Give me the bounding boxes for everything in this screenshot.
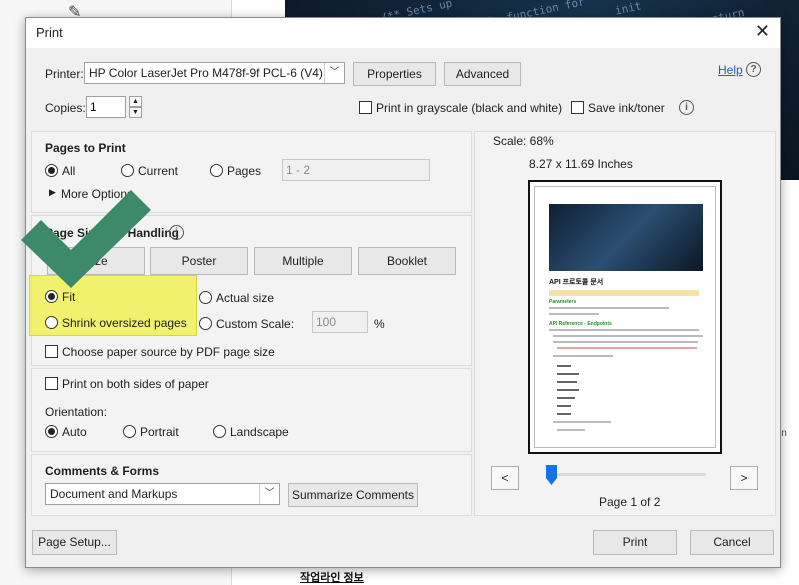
preview-doc-title: API 프로토콜 문서 — [549, 279, 604, 286]
help-icon[interactable]: ? — [746, 62, 761, 77]
radio-landscape[interactable] — [213, 425, 226, 438]
tab-poster[interactable]: Poster — [150, 247, 248, 275]
dialog-title: Print — [36, 25, 63, 40]
radio-current[interactable] — [121, 164, 134, 177]
preview-line — [557, 347, 697, 349]
stepper-up-icon[interactable]: ▲ — [129, 96, 142, 107]
all-label: All — [62, 164, 76, 178]
comments-title: Comments & Forms — [45, 464, 160, 478]
cancel-button[interactable]: Cancel — [690, 530, 774, 555]
tab-multiple[interactable]: Multiple — [254, 247, 352, 275]
info-icon[interactable]: i — [679, 100, 694, 115]
preview-line — [557, 429, 585, 431]
pages-label: Pages — [227, 164, 262, 178]
preview-line — [549, 329, 699, 331]
comments-panel: Comments & Forms Document and Markups ﹀ … — [31, 454, 472, 516]
orientation-label: Orientation: — [45, 405, 108, 419]
preview-line — [557, 381, 577, 383]
radio-portrait[interactable] — [123, 425, 136, 438]
preview-section-1: Parameters — [549, 299, 577, 305]
current-label: Current — [138, 164, 179, 178]
paper-size-text: 8.27 x 11.69 Inches — [529, 157, 633, 171]
summarize-comments-button[interactable]: Summarize Comments — [288, 483, 418, 507]
checkmark-icon — [21, 190, 151, 288]
close-icon[interactable]: ✕ — [755, 21, 770, 42]
chevron-down-icon: ﹀ — [324, 63, 344, 83]
preview-line — [557, 397, 575, 399]
scale-text: Scale: 68% — [493, 134, 554, 148]
radio-pages[interactable] — [210, 164, 223, 177]
properties-button[interactable]: Properties — [353, 62, 436, 86]
dialog-titlebar: Print ✕ — [26, 18, 780, 48]
pages-to-print-title: Pages to Print — [45, 141, 126, 155]
background-link[interactable]: 작업라인 정보 — [300, 569, 364, 585]
tab-booklet[interactable]: Booklet — [358, 247, 456, 275]
both-sides-label: Print on both sides of paper — [62, 377, 209, 391]
preview-line — [557, 413, 571, 415]
preview-line — [553, 421, 611, 423]
info-icon[interactable]: i — [169, 225, 184, 240]
both-sides-checkbox[interactable] — [45, 377, 58, 390]
copies-stepper[interactable]: ▲ ▼ — [129, 96, 142, 118]
printer-value: HP Color LaserJet Pro M478f-9f PCL-6 (V4… — [89, 66, 323, 80]
help-link[interactable]: Help — [718, 63, 743, 77]
grayscale-label: Print in grayscale (black and white) — [376, 101, 563, 115]
preview-line — [557, 373, 579, 375]
print-dialog: Print ✕ Printer: HP Color LaserJet Pro M… — [21, 17, 781, 568]
preview-line — [553, 335, 703, 337]
preview-image — [549, 204, 703, 271]
preview-line — [549, 313, 599, 315]
print-button[interactable]: Print — [593, 530, 677, 555]
custom-scale-label: Custom Scale: — [216, 317, 295, 331]
shrink-label: Shrink oversized pages — [62, 316, 187, 330]
page-preview-content: API 프로토콜 문서 Parameters API Reference - E… — [534, 186, 716, 448]
paper-source-checkbox[interactable] — [45, 345, 58, 358]
copies-label: Copies: — [45, 101, 86, 115]
custom-scale-unit: % — [374, 317, 385, 331]
preview-line — [557, 405, 571, 407]
printer-label: Printer: — [45, 67, 84, 81]
printer-select[interactable]: HP Color LaserJet Pro M478f-9f PCL-6 (V4… — [84, 62, 345, 84]
chevron-down-icon: ﹀ — [259, 484, 279, 504]
duplex-panel: Print on both sides of paper Orientation… — [31, 368, 472, 452]
comments-select[interactable]: Document and Markups ﹀ — [45, 483, 280, 505]
auto-label: Auto — [62, 425, 87, 439]
preview-line — [553, 341, 698, 343]
landscape-label: Landscape — [230, 425, 289, 439]
preview-line — [553, 355, 613, 357]
page-setup-button[interactable]: Page Setup... — [32, 530, 117, 555]
code-line: init — [613, 0, 643, 18]
radio-shrink-oversized[interactable] — [45, 316, 58, 329]
copies-input[interactable] — [86, 96, 126, 118]
radio-actual-size[interactable] — [199, 291, 212, 304]
paper-source-label: Choose paper source by PDF page size — [62, 345, 275, 359]
preview-section-2: API Reference - Endpoints — [549, 321, 612, 327]
save-ink-checkbox[interactable] — [571, 101, 584, 114]
stepper-down-icon[interactable]: ▼ — [129, 107, 142, 118]
advanced-button[interactable]: Advanced — [444, 62, 521, 86]
actual-size-label: Actual size — [216, 291, 275, 305]
radio-all[interactable] — [45, 164, 58, 177]
page-indicator: Page 1 of 2 — [599, 495, 661, 509]
radio-custom-scale[interactable] — [199, 317, 212, 330]
save-ink-label: Save ink/toner — [588, 101, 665, 115]
page-slider[interactable] — [546, 473, 706, 476]
page-preview: API 프로토콜 문서 Parameters API Reference - E… — [528, 180, 722, 454]
radio-auto[interactable] — [45, 425, 58, 438]
comments-value: Document and Markups — [50, 487, 178, 501]
preview-line — [557, 365, 571, 367]
preview-line — [557, 389, 579, 391]
next-page-button[interactable]: > — [730, 466, 758, 490]
prev-page-button[interactable]: < — [491, 466, 519, 490]
preview-note — [549, 290, 699, 296]
grayscale-checkbox[interactable] — [359, 101, 372, 114]
portrait-label: Portrait — [140, 425, 179, 439]
pages-range-input[interactable] — [282, 159, 430, 181]
preview-line — [549, 307, 669, 309]
custom-scale-input[interactable] — [312, 311, 368, 333]
